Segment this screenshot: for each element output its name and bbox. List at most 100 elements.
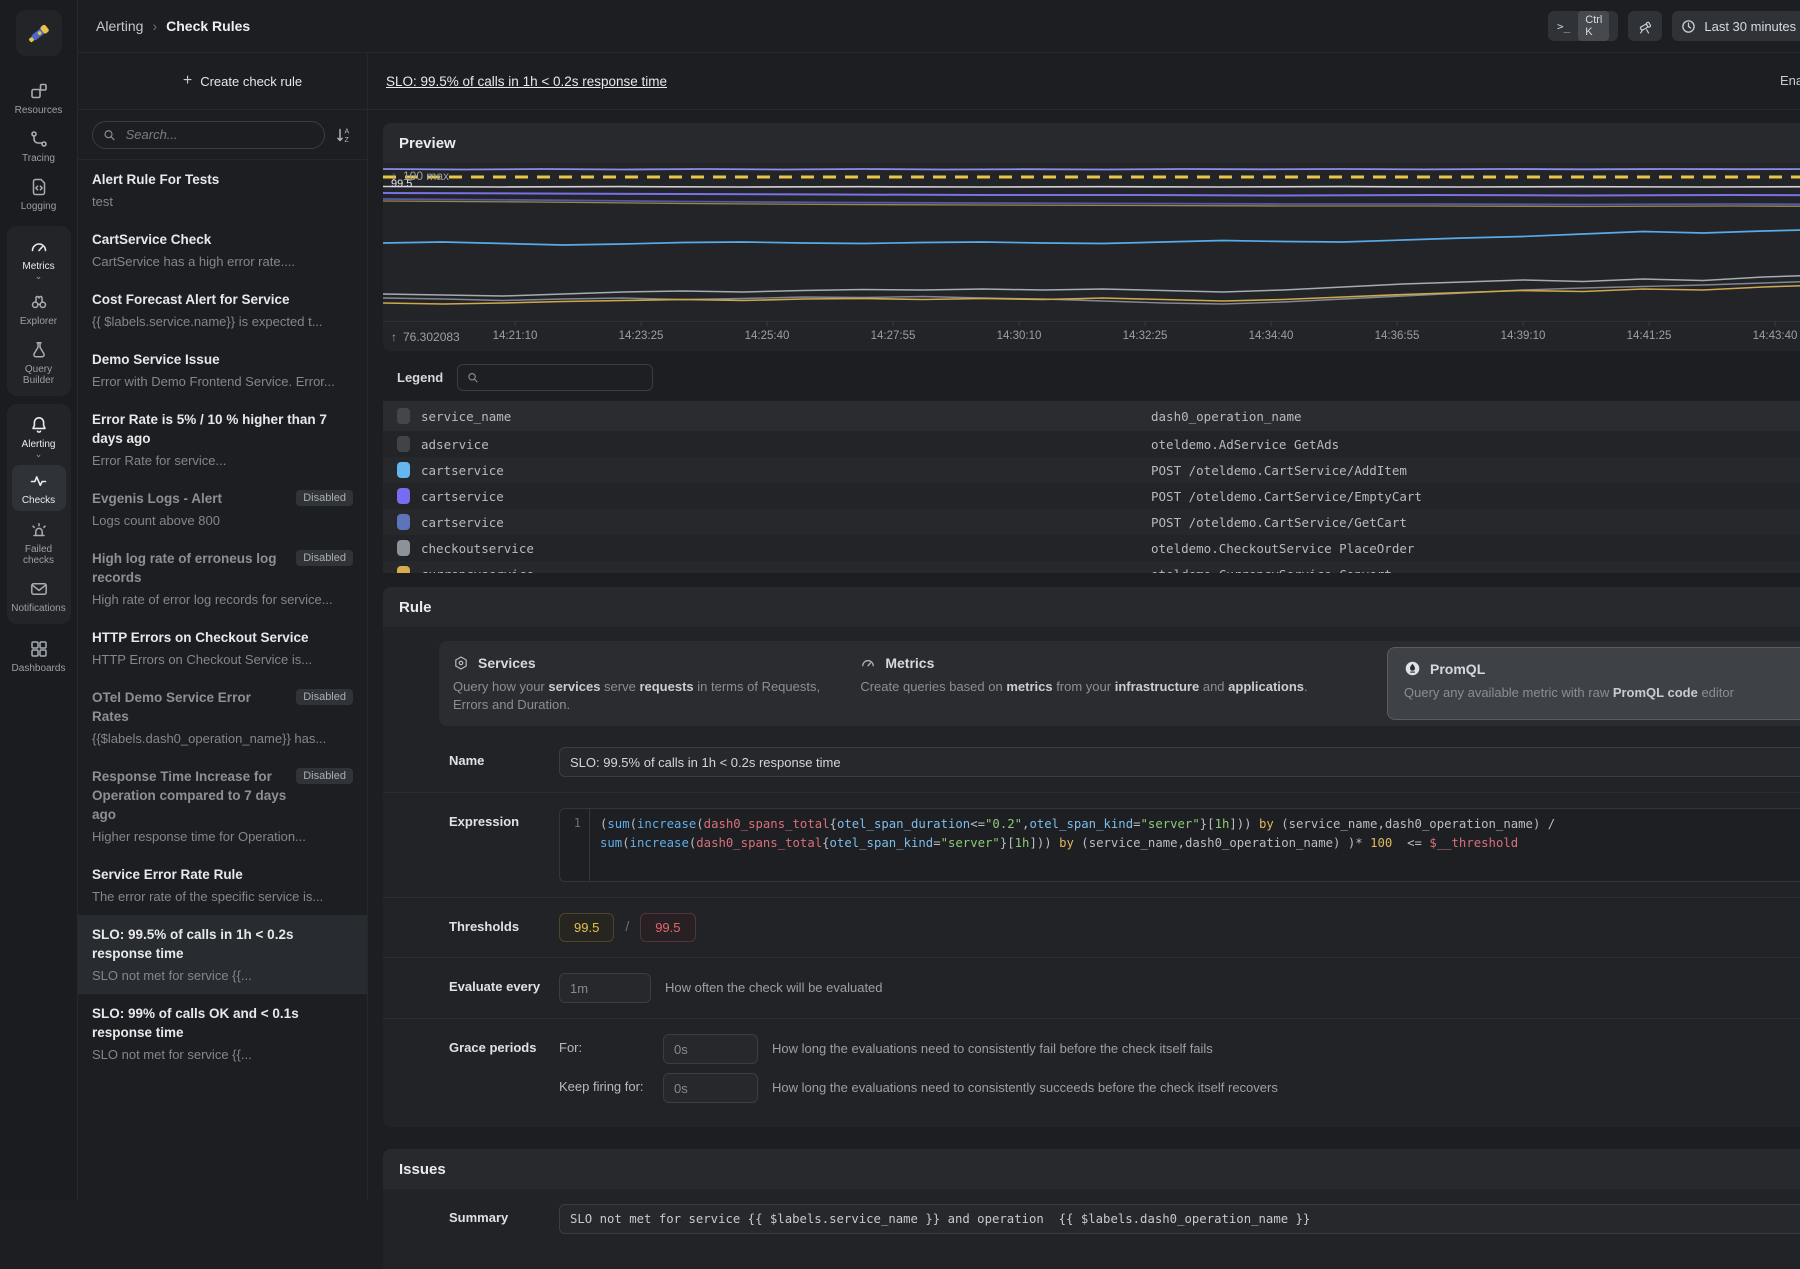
create-row: + Create check rule bbox=[78, 53, 367, 110]
sidebar-item-failed-checks[interactable]: Failed checks bbox=[7, 513, 71, 572]
series-color-swatch[interactable] bbox=[397, 488, 410, 504]
rule-title-link[interactable]: SLO: 99.5% of calls in 1h < 0.2s respons… bbox=[386, 74, 667, 89]
x-axis-tick-label: 14:30:10 bbox=[997, 330, 1042, 342]
legend-search-input[interactable] bbox=[486, 369, 643, 385]
check-rule-list-item[interactable]: SLO: 99.5% of calls in 1h < 0.2s respons… bbox=[78, 915, 367, 994]
check-rule-list-item[interactable]: Cost Forecast Alert for Service{{ $label… bbox=[78, 280, 367, 340]
check-rule-list-item[interactable]: HTTP Errors on Checkout ServiceHTTP Erro… bbox=[78, 618, 367, 678]
rules-search-box[interactable] bbox=[92, 121, 325, 149]
sidebar-item-resources[interactable]: Resources bbox=[0, 74, 77, 122]
keep-firing-label: Keep firing for: bbox=[559, 1073, 663, 1094]
rule-header: Rule bbox=[383, 587, 1800, 627]
rules-search-input[interactable] bbox=[124, 126, 314, 143]
check-rule-list-item[interactable]: Demo Service Issue Error with Demo Fronte… bbox=[78, 340, 367, 400]
rule-title: Error Rate is 5% / 10 % higher than 7 da… bbox=[92, 410, 353, 448]
sidebar-item-checks[interactable]: Checks bbox=[12, 465, 66, 511]
check-rule-list-item[interactable]: SLO: 99% of calls OK and < 0.1s response… bbox=[78, 994, 367, 1073]
legend-service-name: cartservice bbox=[421, 515, 1151, 530]
series-color-swatch[interactable] bbox=[397, 540, 410, 556]
check-rule-list-item[interactable]: CartService CheckCartService has a high … bbox=[78, 220, 367, 280]
grace-for-input[interactable] bbox=[663, 1034, 758, 1064]
chevron-down-icon: ⌄ bbox=[35, 274, 43, 279]
create-check-rule-button[interactable]: + Create check rule bbox=[183, 72, 302, 90]
rule-title: SLO: 99.5% of calls in 1h < 0.2s respons… bbox=[92, 925, 353, 963]
check-rule-list-item[interactable]: Error Rate is 5% / 10 % higher than 7 da… bbox=[78, 400, 367, 479]
rule-title: Demo Service Issue bbox=[92, 350, 353, 369]
sidebar-item-metrics[interactable]: Metrics ⌄ bbox=[7, 230, 71, 285]
preview-chart[interactable]: ↓ 100 max 99.5 bbox=[383, 163, 1800, 321]
query-type-services[interactable]: Services Query how your services serve r… bbox=[453, 653, 860, 714]
rule-card: Rule Services Query how your services se… bbox=[383, 587, 1800, 1127]
sidebar-item-query-builder[interactable]: Query Builder bbox=[7, 333, 71, 392]
telescope-button[interactable] bbox=[1628, 11, 1662, 41]
legend-row[interactable]: cartservicePOST /oteldemo.CartService/Em… bbox=[383, 483, 1800, 509]
metrics-description: Create queries based on metrics from you… bbox=[860, 678, 1357, 696]
time-range-picker[interactable]: Last 30 minutes bbox=[1672, 11, 1800, 41]
y-min-label: ↑ 76.302083 bbox=[391, 330, 460, 344]
legend-col-operation-name[interactable]: dash0_operation_name bbox=[1151, 409, 1302, 424]
legend-operation-name: POST /oteldemo.CartService/EmptyCart bbox=[1151, 489, 1422, 504]
query-type-metrics[interactable]: Metrics Create queries based on metrics … bbox=[860, 653, 1367, 714]
sidebar-item-dashboards[interactable]: Dashboards bbox=[0, 632, 77, 680]
disabled-badge: Disabled bbox=[296, 689, 353, 705]
dash0-logo[interactable] bbox=[16, 10, 62, 56]
breadcrumb-check-rules: Check Rules bbox=[166, 18, 250, 34]
rule-description: The error rate of the specific service i… bbox=[92, 888, 353, 905]
sidebar-item-notifications[interactable]: Notifications bbox=[7, 572, 71, 620]
series-color-swatch[interactable] bbox=[397, 462, 410, 478]
summary-label: Summary bbox=[449, 1204, 559, 1225]
legend-search-box[interactable] bbox=[457, 364, 653, 391]
sidebar-item-explorer[interactable]: Explorer bbox=[7, 285, 71, 333]
legend-service-name: currencyservice bbox=[421, 567, 1151, 574]
series-color-swatch[interactable] bbox=[397, 566, 410, 573]
evaluate-every-input[interactable] bbox=[559, 973, 651, 1003]
promql-code-editor[interactable]: 1 (sum(increase(dash0_spans_total{otel_s… bbox=[559, 808, 1800, 882]
rule-description: Error with Demo Frontend Service. Error.… bbox=[92, 373, 353, 390]
series-color-swatch[interactable] bbox=[397, 514, 410, 530]
check-rule-list-item[interactable]: Evgenis Logs - AlertDisabledLogs count a… bbox=[78, 479, 367, 539]
command-palette-button[interactable]: >_ Ctrl K bbox=[1548, 11, 1618, 41]
name-label: Name bbox=[449, 747, 559, 768]
legend-rows: adserviceoteldemo.AdService GetAdscartse… bbox=[383, 431, 1800, 573]
rule-name-input[interactable] bbox=[559, 747, 1800, 777]
query-type-options: Services Query how your services serve r… bbox=[439, 641, 1800, 726]
check-rule-list-item[interactable]: Service Error Rate RuleThe error rate of… bbox=[78, 855, 367, 915]
legend-row[interactable]: checkoutserviceoteldemo.CheckoutService … bbox=[383, 535, 1800, 561]
check-rule-list-item[interactable]: High log rate of erroneus log recordsDis… bbox=[78, 539, 367, 618]
sidebar-item-logging[interactable]: Logging bbox=[0, 170, 77, 218]
legend-col-service-name[interactable]: service_name bbox=[421, 409, 1151, 424]
mail-icon bbox=[29, 579, 49, 599]
breadcrumb-alerting[interactable]: Alerting bbox=[96, 18, 143, 34]
rule-title: High log rate of erroneus log records bbox=[92, 549, 288, 587]
services-description: Query how your services serve requests i… bbox=[453, 678, 850, 714]
nav-group-alerting: Alerting ⌄ Checks Failed checks Notif bbox=[7, 404, 71, 624]
legend-row[interactable]: cartservicePOST /oteldemo.CartService/Ad… bbox=[383, 457, 1800, 483]
grace-periods-label: Grace periods bbox=[449, 1034, 559, 1055]
time-range-label: Last 30 minutes bbox=[1704, 19, 1796, 34]
degraded-threshold-input[interactable]: 99.5 bbox=[559, 913, 614, 942]
resources-icon bbox=[29, 81, 49, 101]
check-rule-list-item[interactable]: Alert Rule For Teststest bbox=[78, 160, 367, 220]
legend-row[interactable]: currencyserviceoteldemo.CurrencyService … bbox=[383, 561, 1800, 573]
thresholds-row: Thresholds 99.5 / 99.5 bbox=[383, 897, 1800, 957]
series-color-swatch[interactable] bbox=[397, 436, 410, 452]
sort-az-icon[interactable]: A Z bbox=[335, 126, 353, 144]
check-rule-list-item[interactable]: OTel Demo Service Error RatesDisabled{{$… bbox=[78, 678, 367, 757]
summary-input[interactable] bbox=[559, 1204, 1800, 1234]
expression-row: Expression 1 (sum(increase(dash0_spans_t… bbox=[383, 792, 1800, 897]
check-rule-list-item[interactable]: Response Time Increase for Operation com… bbox=[78, 757, 367, 855]
legend-row[interactable]: cartservicePOST /oteldemo.CartService/Ge… bbox=[383, 509, 1800, 535]
promql-code[interactable]: (sum(increase(dash0_spans_total{otel_spa… bbox=[590, 809, 1565, 881]
sidebar-item-alerting[interactable]: Alerting ⌄ bbox=[7, 408, 71, 463]
explorer-icon bbox=[29, 292, 49, 312]
rule-description: Error Rate for service... bbox=[92, 452, 353, 469]
sidebar-item-tracing[interactable]: Tracing bbox=[0, 122, 77, 170]
legend-row[interactable]: adserviceoteldemo.AdService GetAds bbox=[383, 431, 1800, 457]
rule-description: {{$labels.dash0_operation_name}} has... bbox=[92, 730, 353, 747]
query-type-promql-selected[interactable]: PromQL Query any available metric with r… bbox=[1387, 647, 1800, 720]
alarm-icon bbox=[29, 520, 49, 540]
line-number-gutter: 1 bbox=[560, 809, 590, 881]
keep-firing-input[interactable] bbox=[663, 1073, 758, 1103]
critical-threshold-input[interactable]: 99.5 bbox=[640, 913, 695, 942]
enabled-toggle-label[interactable]: Enabled bbox=[1780, 73, 1800, 88]
